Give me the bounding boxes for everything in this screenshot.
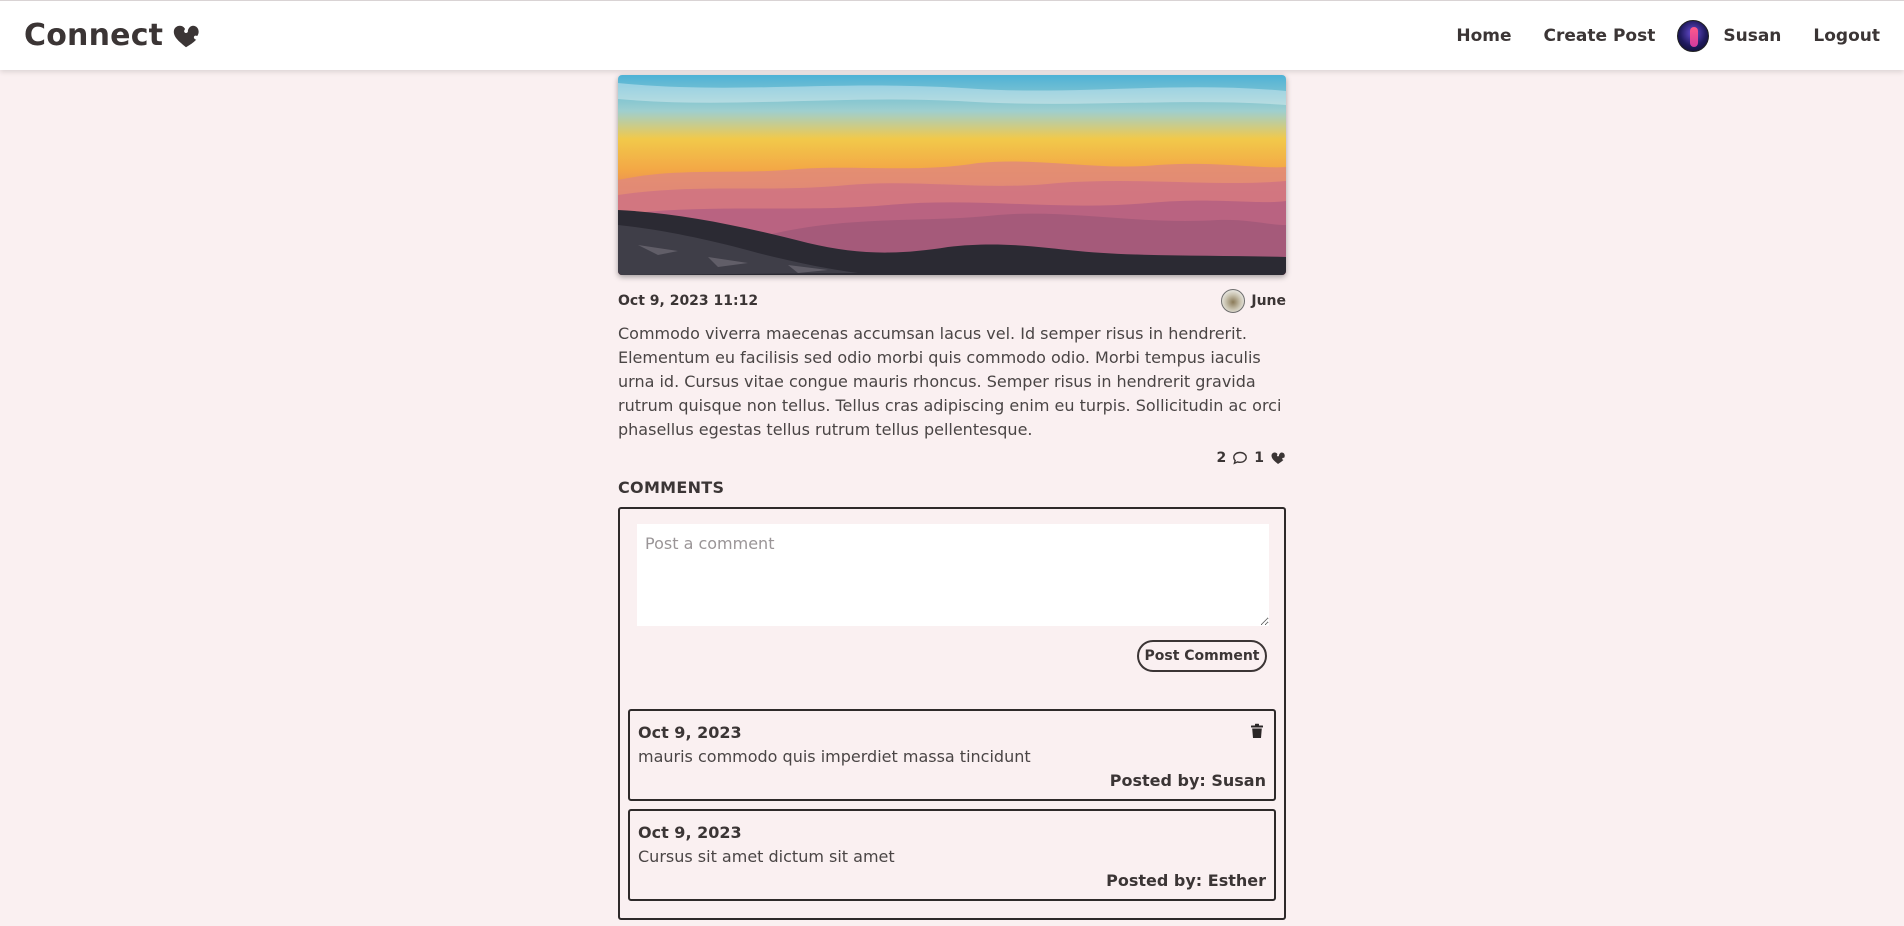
nav-user-name[interactable]: Susan bbox=[1723, 26, 1781, 46]
post-date: Oct 9, 2023 11:12 bbox=[618, 293, 759, 309]
user-avatar[interactable] bbox=[1677, 19, 1710, 52]
author-name[interactable]: June bbox=[1251, 293, 1286, 309]
comments-section: Post Comment Oct 9, 2023 mauris commodo … bbox=[618, 507, 1286, 920]
comment-bubble-icon[interactable] bbox=[1232, 450, 1248, 466]
post-stats: 2 1 bbox=[618, 448, 1286, 468]
heart-puzzle-icon bbox=[174, 25, 199, 47]
post-author[interactable]: June bbox=[1221, 289, 1286, 313]
trash-icon[interactable] bbox=[1250, 723, 1264, 739]
comment-author: Posted by: Esther bbox=[1106, 871, 1266, 890]
brand-title[interactable]: Connect bbox=[24, 18, 163, 53]
post: Oct 9, 2023 11:12 June Commodo viverra m… bbox=[618, 75, 1286, 920]
nav-create-post-link[interactable]: Create Post bbox=[1544, 26, 1656, 46]
comments-heading: COMMENTS bbox=[618, 478, 725, 497]
heart-puzzle-icon[interactable] bbox=[1270, 450, 1286, 466]
comment-date: Oct 9, 2023 bbox=[638, 823, 742, 842]
nav-home-link[interactable]: Home bbox=[1456, 26, 1511, 46]
comment-text: Cursus sit amet dictum sit amet bbox=[638, 847, 895, 866]
comment-author: Posted by: Susan bbox=[1109, 771, 1266, 790]
comment-item: Oct 9, 2023 Cursus sit amet dictum sit a… bbox=[628, 809, 1276, 901]
comment-item: Oct 9, 2023 mauris commodo quis imperdie… bbox=[628, 709, 1276, 801]
comment-text: mauris commodo quis imperdiet massa tinc… bbox=[638, 747, 1031, 766]
comment-date: Oct 9, 2023 bbox=[638, 723, 742, 742]
comment-count: 2 bbox=[1216, 450, 1227, 466]
mountain-sunset-image bbox=[618, 75, 1286, 275]
post-comment-button[interactable]: Post Comment bbox=[1137, 640, 1267, 672]
nav-links: Home Create Post Susan Logout bbox=[1456, 19, 1880, 52]
author-avatar[interactable] bbox=[1221, 289, 1246, 313]
navbar: Connect Home Create Post Susan Logout bbox=[0, 0, 1904, 70]
nav-logout-link[interactable]: Logout bbox=[1813, 26, 1880, 46]
like-count: 1 bbox=[1254, 450, 1264, 466]
brand[interactable]: Connect bbox=[24, 18, 201, 53]
post-meta: Oct 9, 2023 11:12 June bbox=[618, 288, 1286, 314]
post-body: Commodo viverra maecenas accumsan lacus … bbox=[618, 324, 1282, 439]
comment-input[interactable] bbox=[637, 524, 1269, 626]
